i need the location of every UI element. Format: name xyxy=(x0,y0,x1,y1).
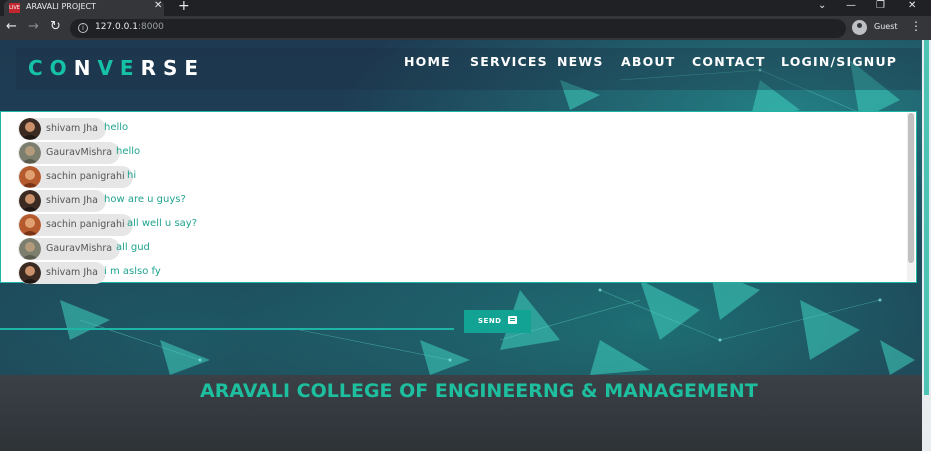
send-label: SEND xyxy=(478,317,502,325)
profile-name: Guest xyxy=(874,22,898,31)
message-text: hi xyxy=(127,170,137,181)
username-text: sachin panigrahi xyxy=(46,219,125,230)
user-avatar xyxy=(19,166,41,188)
tab-title: ARAVALI PROJECT xyxy=(26,2,97,11)
send-message-icon xyxy=(508,316,517,324)
back-icon[interactable]: ← xyxy=(6,19,17,34)
message-text: all well u say? xyxy=(127,218,198,229)
user-avatar xyxy=(19,118,41,140)
user-avatar xyxy=(19,190,41,212)
site-info-icon[interactable]: i xyxy=(78,23,88,33)
nav-link-login-signup[interactable]: LOGIN/SIGNUP xyxy=(781,54,897,69)
college-title: ARAVALI COLLEGE OF ENGINEERNG & MANAGEME… xyxy=(200,380,758,402)
nav-link-home[interactable]: HOME xyxy=(404,54,451,69)
message-text: i m aslso fy xyxy=(104,266,161,277)
nav-link-about[interactable]: ABOUT xyxy=(621,54,676,69)
user-avatar xyxy=(19,238,41,260)
tab-close-icon[interactable]: ✕ xyxy=(154,0,162,11)
message-input[interactable] xyxy=(0,328,454,330)
message-text: hello xyxy=(104,122,129,133)
forward-icon[interactable]: → xyxy=(28,19,39,34)
logo-part-3: VE xyxy=(97,56,141,80)
url-port: :8000 xyxy=(137,22,164,32)
url-host: 127.0.0.1 xyxy=(95,22,138,32)
browser-tab[interactable]: LIVE ARAVALI PROJECT ✕ xyxy=(4,0,164,16)
window-close-icon[interactable]: ✕ xyxy=(908,0,916,11)
username-text: shivam Jha xyxy=(46,123,98,134)
user-avatar xyxy=(19,262,41,284)
restore-icon[interactable]: ❐ xyxy=(876,0,885,11)
url-text: 127.0.0.1:8000 xyxy=(95,22,164,32)
site-logo[interactable]: CONVERSE xyxy=(28,56,205,80)
message-text: hello xyxy=(116,146,141,157)
browser-menu-icon[interactable]: ⋮ xyxy=(910,19,922,33)
logo-part-4: RSE xyxy=(140,56,206,80)
send-button[interactable]: SEND xyxy=(464,310,531,333)
logo-part-2: N xyxy=(73,56,98,80)
tab-favicon-icon: LIVE xyxy=(9,3,20,13)
user-avatar xyxy=(19,142,41,164)
browser-toolbar: ← → ↻ i 127.0.0.1:8000 Guest ⋮ xyxy=(0,16,931,40)
new-tab-icon[interactable]: + xyxy=(178,0,190,14)
nav-link-services[interactable]: SERVICES xyxy=(470,54,548,69)
nav-link-contact[interactable]: CONTACT xyxy=(692,54,766,69)
reload-icon[interactable]: ↻ xyxy=(50,19,61,34)
username-text: GauravMishra xyxy=(46,147,113,158)
address-bar[interactable]: i 127.0.0.1:8000 xyxy=(70,19,846,38)
chat-scrollbar-thumb[interactable] xyxy=(908,113,914,263)
browser-tab-bar: LIVE ARAVALI PROJECT ✕ + ⌄ — ❐ ✕ xyxy=(0,0,931,16)
logo-part-1: CO xyxy=(28,56,74,80)
profile-button[interactable]: Guest xyxy=(852,19,900,37)
chevron-down-icon[interactable]: ⌄ xyxy=(818,0,826,11)
profile-icon xyxy=(852,20,867,35)
username-text: shivam Jha xyxy=(46,267,98,278)
minimize-icon[interactable]: — xyxy=(846,0,856,11)
username-text: sachin panigrahi xyxy=(46,171,125,182)
username-text: shivam Jha xyxy=(46,195,98,206)
chat-messages-box[interactable]: shivam Jha hello GauravMishra hello sach… xyxy=(0,111,917,284)
user-avatar xyxy=(19,214,41,236)
nav-link-news[interactable]: NEWS xyxy=(557,54,604,69)
username-text: GauravMishra xyxy=(46,243,113,254)
page-scrollbar-thumb[interactable] xyxy=(924,40,929,395)
message-text: how are u guys? xyxy=(104,194,186,205)
message-text: all gud xyxy=(116,242,150,253)
